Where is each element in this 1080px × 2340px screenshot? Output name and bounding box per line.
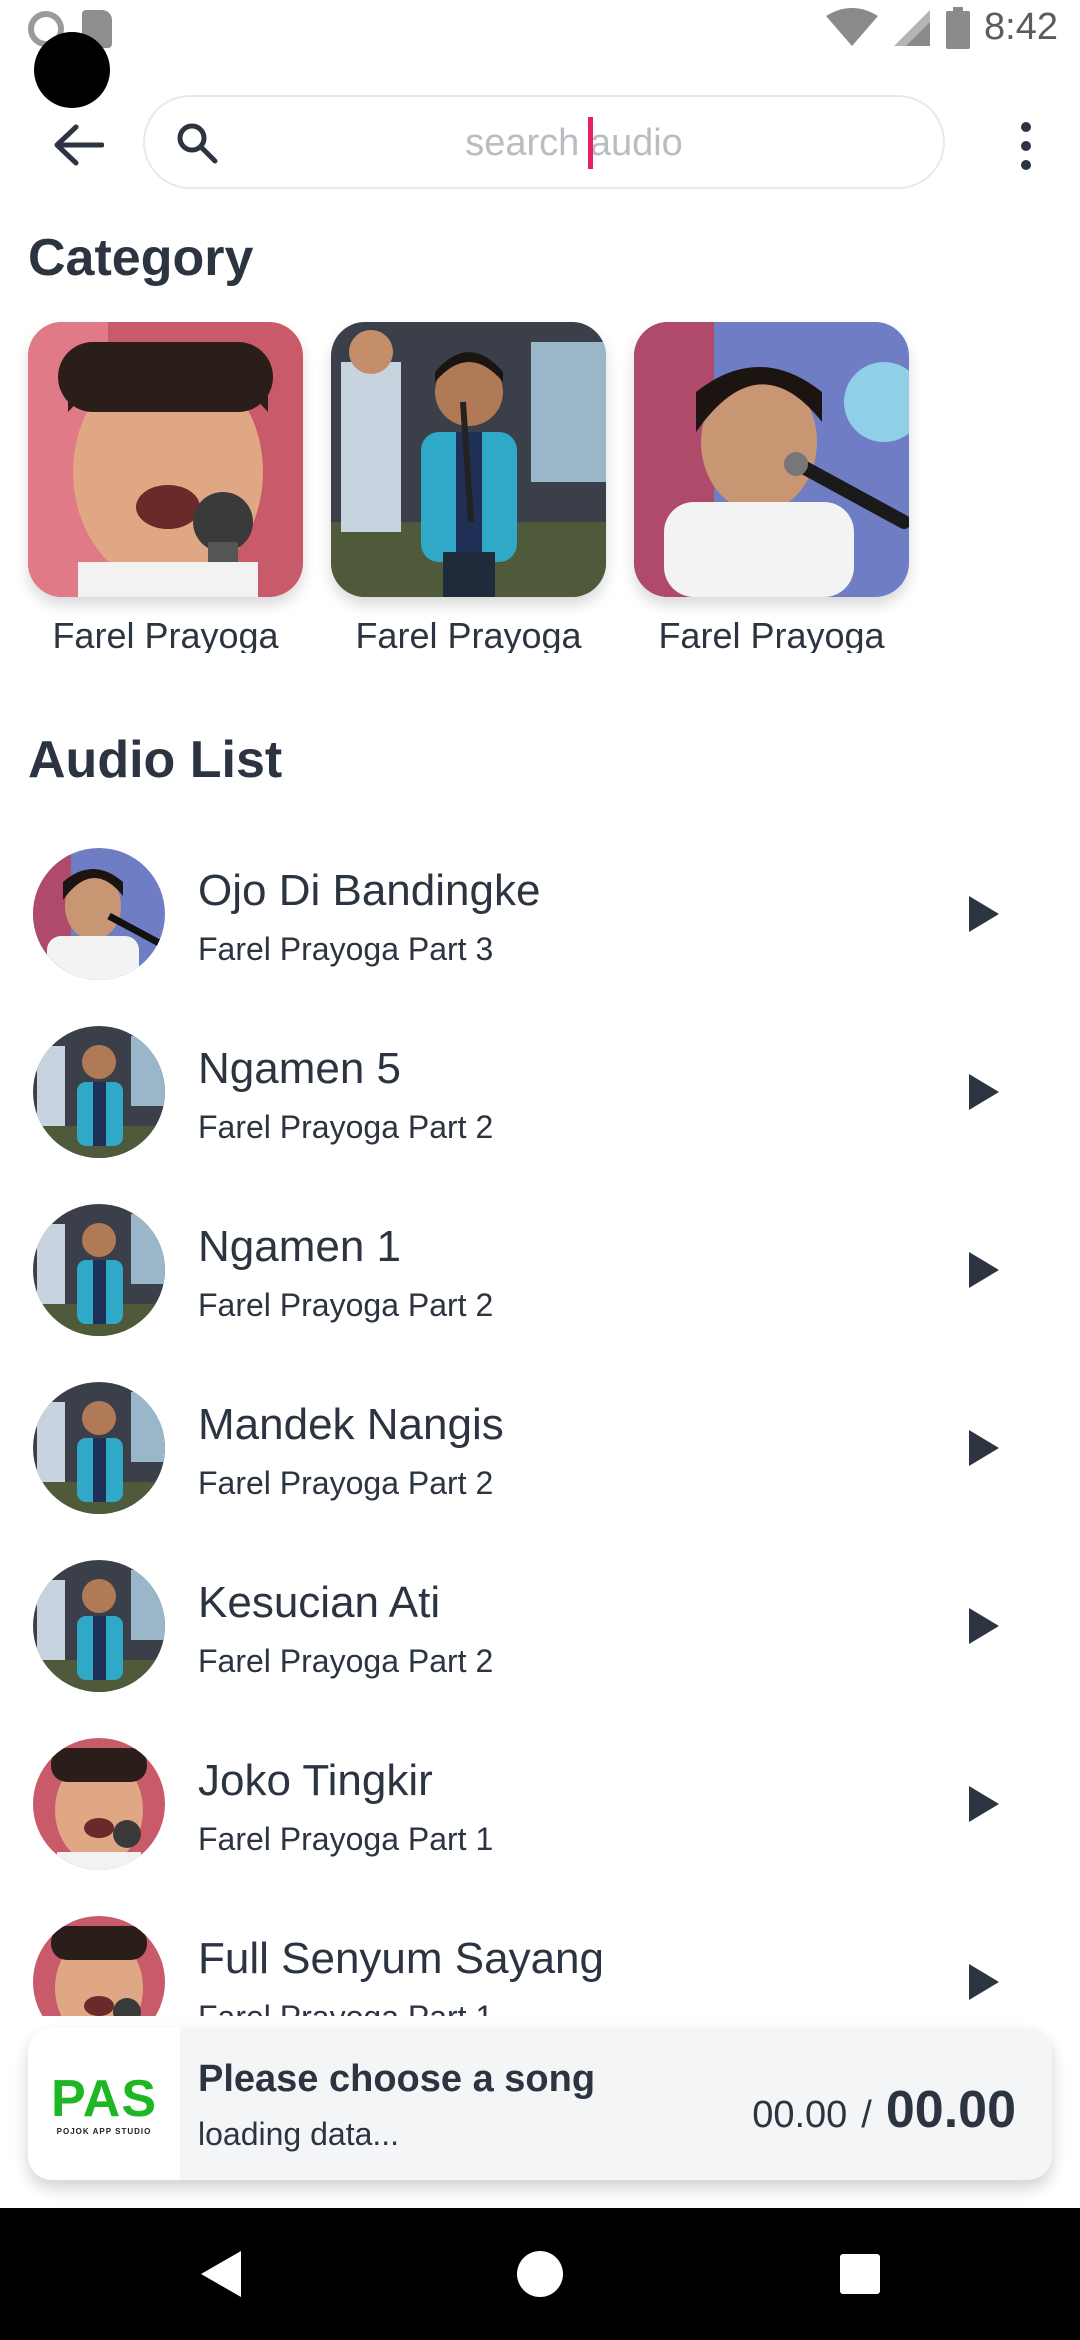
audio-title: Ngamen 5	[198, 1044, 402, 1093]
audio-subtitle: Farel Prayoga Part 1	[198, 1999, 493, 2016]
search-bar[interactable]	[143, 95, 945, 189]
category-image	[28, 322, 303, 597]
audio-subtitle: Farel Prayoga Part 2	[198, 1287, 494, 1323]
player-title: Please choose a song	[198, 2058, 596, 2100]
audio-title: Ojo Di Bandingke	[198, 866, 541, 915]
mini-player[interactable]: PAS POJOK APP STUDIO Please choose a son…	[28, 2028, 1052, 2180]
audio-title: Mandek Nangis	[198, 1400, 504, 1449]
nav-back-button[interactable]	[184, 2238, 256, 2310]
camera-cutout	[34, 32, 110, 108]
category-label: Farel Prayoga	[658, 615, 885, 653]
category-label: Farel Prayoga	[355, 615, 582, 653]
category-image	[634, 322, 909, 597]
more-vertical-icon-dot	[1021, 141, 1031, 151]
app-logo: PAS POJOK APP STUDIO	[28, 2028, 180, 2180]
play-button[interactable]	[956, 1776, 1012, 1832]
play-icon	[969, 896, 999, 932]
nav-recents-button[interactable]	[824, 2238, 896, 2310]
player-time: 00.00 / 00.00	[752, 2080, 1016, 2140]
audio-avatar	[33, 1916, 165, 2016]
nav-home-button[interactable]	[504, 2238, 576, 2310]
search-icon[interactable]	[175, 121, 219, 165]
play-icon	[969, 1964, 999, 2000]
play-button[interactable]	[956, 1242, 1012, 1298]
arrow-left-icon	[54, 124, 104, 166]
category-card[interactable]: Farel Prayoga	[634, 322, 909, 653]
battery-icon	[946, 6, 971, 49]
player-status: loading data...	[198, 2116, 400, 2152]
play-button[interactable]	[956, 1598, 1012, 1654]
system-nav-bar	[0, 2208, 1080, 2340]
audio-title: Ngamen 1	[198, 1222, 402, 1271]
audio-avatar	[33, 1204, 165, 1336]
more-vertical-icon-dot	[1021, 160, 1031, 170]
current-time: 00.00	[752, 2094, 848, 2136]
audio-list-item[interactable]: Joko Tingkir Farel Prayoga Part 1	[0, 1726, 1080, 1904]
audio-subtitle: Farel Prayoga Part 1	[198, 1821, 494, 1857]
audio-list-item[interactable]: Mandek Nangis Farel Prayoga Part 2	[0, 1370, 1080, 1548]
audio-title: Kesucian Ati	[198, 1578, 441, 1627]
play-button[interactable]	[956, 1064, 1012, 1120]
total-time: 00.00	[885, 2081, 1016, 2139]
audio-avatar	[33, 1738, 165, 1870]
audio-list-item[interactable]: Ojo Di Bandingke Farel Prayoga Part 3	[0, 836, 1080, 1014]
category-card[interactable]: Farel Prayoga	[28, 322, 303, 653]
more-vertical-icon	[1021, 122, 1031, 132]
more-options-button[interactable]	[996, 108, 1056, 184]
category-label: Farel Prayoga	[52, 615, 279, 653]
play-button[interactable]	[956, 886, 1012, 942]
play-icon	[969, 1252, 999, 1288]
audio-subtitle: Farel Prayoga Part 2	[198, 1643, 494, 1679]
category-image	[331, 322, 606, 597]
audio-avatar	[33, 848, 165, 980]
wifi-icon	[826, 7, 879, 46]
audio-list-item[interactable]: Full Senyum Sayang Farel Prayoga Part 1	[0, 1904, 1080, 2016]
audio-avatar	[33, 1026, 165, 1158]
audio-subtitle: Farel Prayoga Part 3	[198, 931, 494, 967]
audio-subtitle: Farel Prayoga Part 2	[198, 1465, 494, 1501]
logo-text: PAS	[50, 2069, 158, 2128]
back-triangle-icon	[201, 2251, 241, 2297]
signal-icon	[894, 9, 931, 46]
category-list: Farel Prayoga Farel Prayoga Farel Prayog…	[28, 322, 909, 653]
play-icon	[969, 1430, 999, 1466]
home-circle-icon	[517, 2251, 563, 2297]
play-icon	[969, 1608, 999, 1644]
search-input[interactable]	[235, 97, 913, 189]
category-card[interactable]: Farel Prayoga	[331, 322, 606, 653]
play-icon	[969, 1786, 999, 1822]
audio-list-item[interactable]: Ngamen 1 Farel Prayoga Part 2	[0, 1192, 1080, 1370]
audio-list-item[interactable]: Ngamen 5 Farel Prayoga Part 2	[0, 1014, 1080, 1192]
audio-title: Joko Tingkir	[198, 1756, 433, 1805]
status-time: 8:42	[984, 6, 1058, 48]
audio-title: Full Senyum Sayang	[198, 1934, 604, 1983]
audio-list: Ojo Di Bandingke Farel Prayoga Part 3 Ng…	[0, 836, 1080, 2016]
logo-subtext: POJOK APP STUDIO	[56, 2126, 152, 2136]
category-heading: Category	[28, 229, 254, 287]
recents-square-icon	[840, 2254, 880, 2294]
audio-list-item[interactable]: Kesucian Ati Farel Prayoga Part 2	[0, 1548, 1080, 1726]
audio-avatar	[33, 1382, 165, 1514]
play-icon	[969, 1074, 999, 1110]
audio-avatar	[33, 1560, 165, 1692]
audio-subtitle: Farel Prayoga Part 2	[198, 1109, 494, 1145]
status-bar: 8:42	[0, 0, 1080, 108]
play-button[interactable]	[956, 1420, 1012, 1476]
text-caret	[588, 117, 593, 169]
time-separator: /	[861, 2094, 872, 2136]
audio-list-heading: Audio List	[28, 731, 283, 789]
back-button[interactable]	[40, 110, 116, 180]
play-button[interactable]	[956, 1954, 1012, 2010]
status-indicators: 8:42	[826, 6, 1058, 49]
